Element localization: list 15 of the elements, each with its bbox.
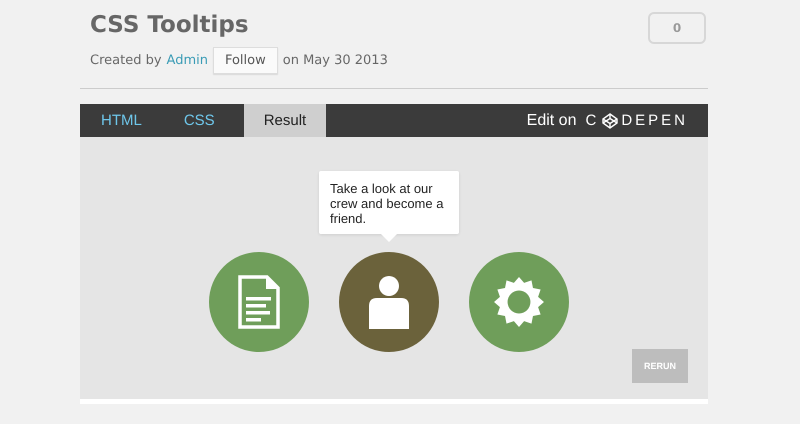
page-title: CSS Tooltips — [90, 11, 250, 40]
edit-on-text[interactable]: Edit on — [526, 112, 576, 130]
date-text: on May 30 2013 — [282, 53, 388, 68]
tab[interactable]: HTML — [80, 104, 163, 137]
brand-text[interactable]: C — [585, 112, 600, 129]
created-by-text: Created by — [90, 53, 162, 68]
person-icon — [368, 275, 410, 329]
tooltip: Take a look at our crew and become a friend. — [319, 171, 459, 234]
gear-icon — [493, 276, 545, 328]
tooltip-pointer — [381, 234, 397, 242]
follow-button[interactable]: Follow — [212, 47, 278, 74]
cube-logo-icon[interactable] — [602, 112, 618, 128]
document-icon — [238, 275, 280, 329]
tab[interactable]: CSS — [162, 104, 236, 137]
brand-text[interactable]: DEPEN — [621, 112, 688, 129]
